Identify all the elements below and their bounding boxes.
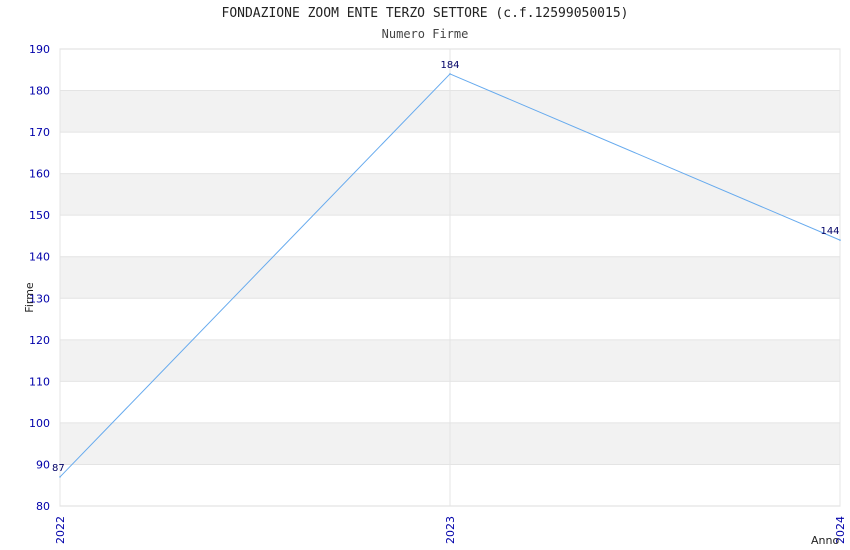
data-point — [839, 239, 841, 241]
y-tick-label: 160 — [29, 168, 50, 181]
x-tick-label: 2023 — [444, 516, 457, 544]
data-label: 144 — [820, 226, 839, 237]
data-point — [449, 73, 451, 75]
x-axis-label: Anno — [811, 534, 839, 547]
y-tick-label: 170 — [29, 126, 50, 139]
y-tick-label: 90 — [36, 458, 50, 471]
y-axis-label: Firme — [23, 282, 36, 313]
y-tick-label: 80 — [36, 500, 50, 513]
y-tick-label: 140 — [29, 251, 50, 264]
y-tick-label: 180 — [29, 85, 50, 98]
data-point — [59, 476, 61, 478]
chart: FONDAZIONE ZOOM ENTE TERZO SETTORE (c.f.… — [0, 0, 850, 550]
y-tick-label: 120 — [29, 334, 50, 347]
data-label: 87 — [52, 463, 65, 474]
y-tick-label: 110 — [29, 375, 50, 388]
x-tick-label: 2022 — [54, 516, 67, 544]
y-tick-label: 150 — [29, 209, 50, 222]
data-label: 184 — [440, 60, 459, 71]
plot-area: 80901001101201301401501601701801902022 20… — [23, 43, 847, 547]
y-tick-label: 100 — [29, 417, 50, 430]
y-tick-label: 190 — [29, 43, 50, 56]
